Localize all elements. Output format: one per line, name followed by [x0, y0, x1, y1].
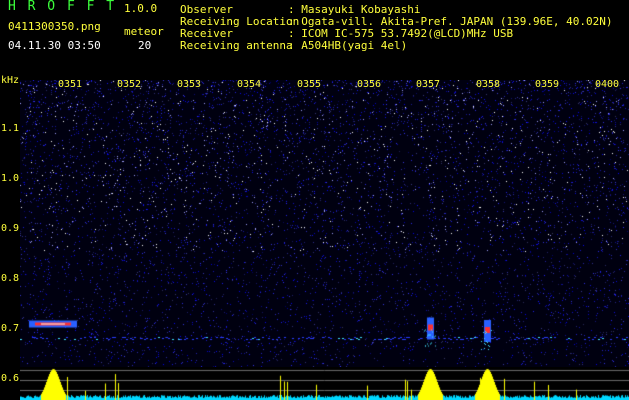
y-tick-label: 0.8: [1, 273, 20, 284]
y-tick-label: 1.0: [1, 173, 20, 184]
x-tick-label: 0354: [237, 79, 262, 90]
x-tick-label: 0355: [297, 79, 322, 90]
meteor-count-label: meteor: [124, 25, 164, 38]
app-title: H R O F F T: [8, 0, 117, 14]
observation-datetime: 04.11.30 03:50: [8, 39, 101, 52]
y-tick-label: 0.7: [1, 323, 20, 334]
x-tick-label: 0352: [117, 79, 142, 90]
hroff-window: { "app": { "title": "H R O F F T", "vers…: [0, 0, 629, 400]
meteor-count-value: 20: [138, 39, 152, 52]
x-tick-label: 0357: [416, 79, 441, 90]
x-tick-label: 0353: [177, 79, 202, 90]
x-tick-label: 0356: [357, 79, 382, 90]
x-tick-label: 0351: [58, 79, 83, 90]
spectrogram-plot: [20, 80, 629, 367]
file-name: 0411300350.png: [8, 20, 101, 33]
y-axis-unit: kHz: [1, 75, 20, 86]
app-version: 1.0.0: [124, 2, 158, 15]
x-tick-label: 0359: [535, 79, 560, 90]
y-tick-label: 0.6: [1, 373, 20, 384]
spectrum-trace: [20, 367, 629, 400]
y-tick-label: 0.9: [1, 223, 20, 234]
x-tick-label: 0400: [595, 79, 620, 90]
antenna-label: Receiving antenna: [180, 39, 293, 52]
antenna-value: : A504HB(yagi 4el): [288, 39, 408, 52]
x-tick-label: 0358: [476, 79, 501, 90]
y-tick-label: 1.1: [1, 123, 20, 134]
